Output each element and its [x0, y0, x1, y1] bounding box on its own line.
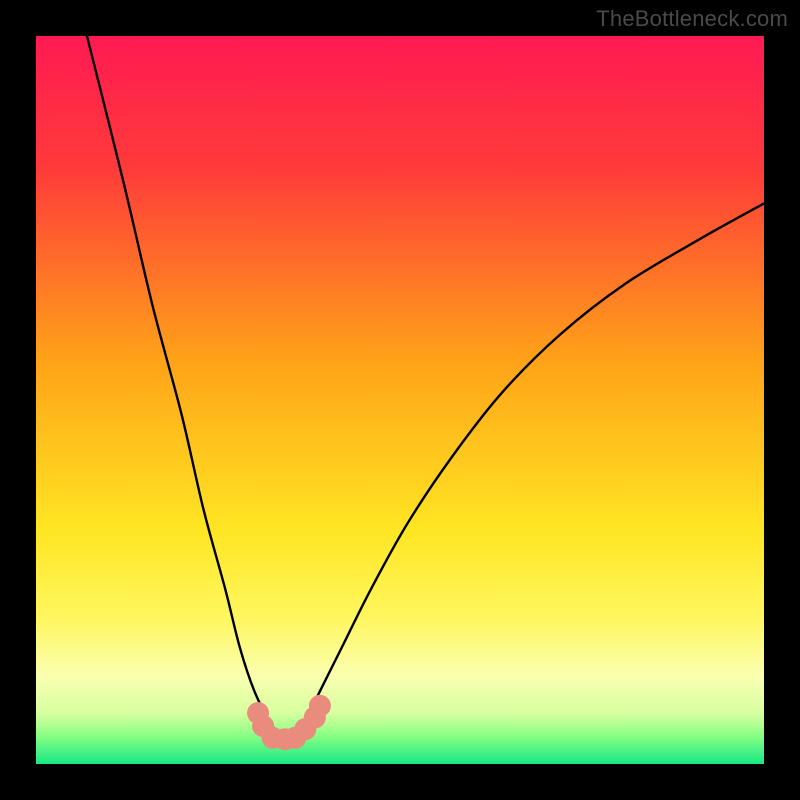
highlight-markers [247, 695, 331, 750]
bottleneck-curve [87, 36, 764, 737]
watermark-text: TheBottleneck.com [596, 6, 788, 32]
chart-svg [36, 36, 764, 764]
chart-frame [36, 36, 764, 764]
marker-dot [309, 695, 331, 717]
